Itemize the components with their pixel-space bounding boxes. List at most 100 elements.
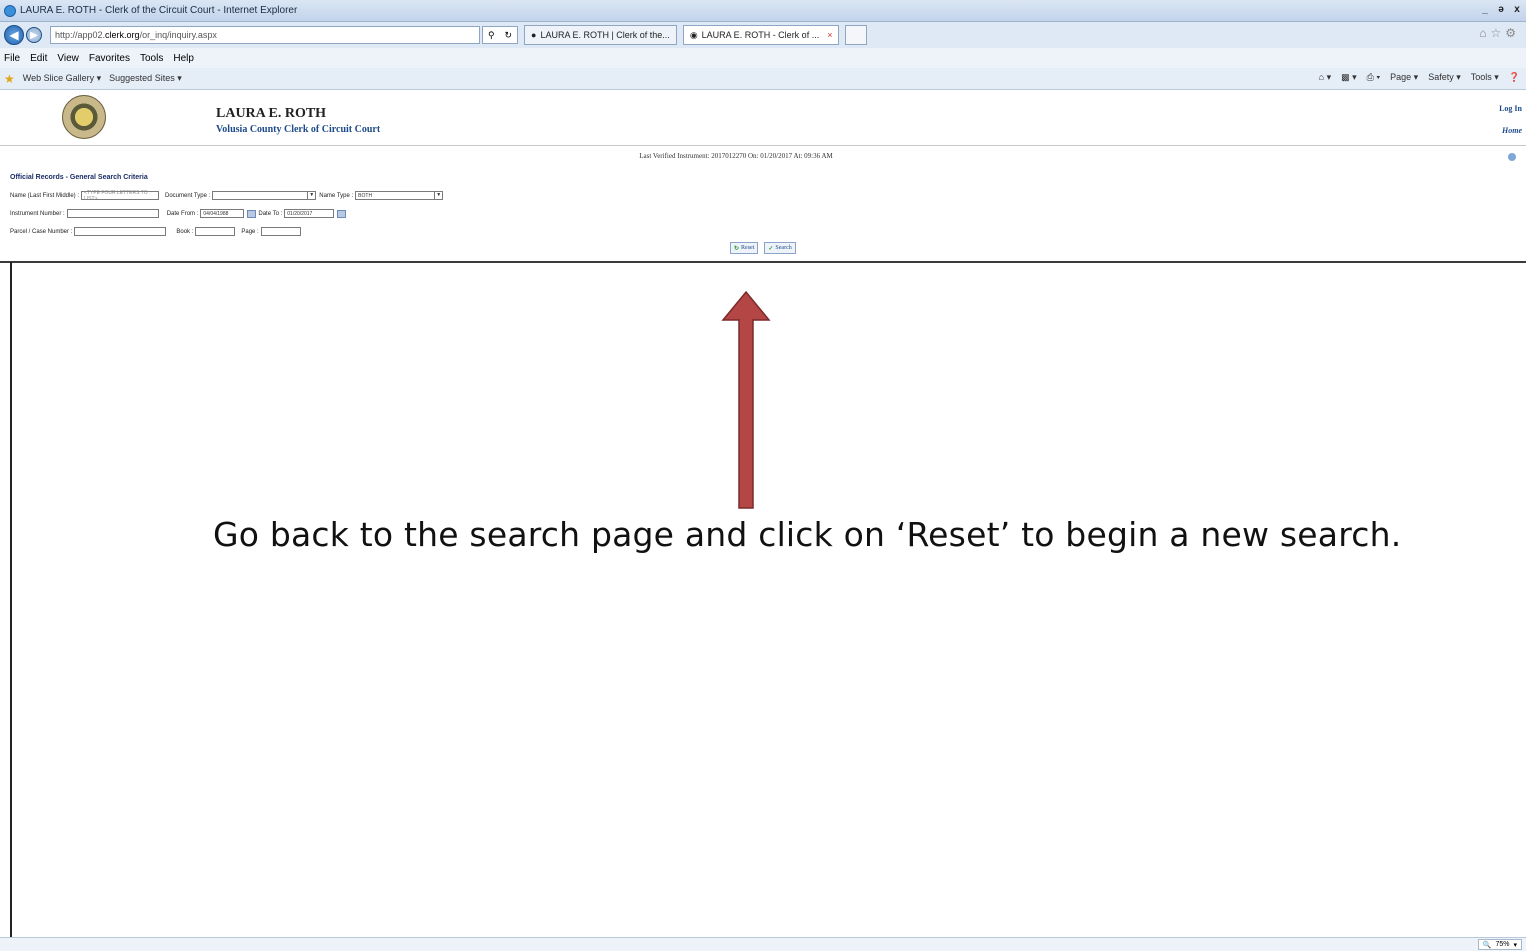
annotation-arrow — [721, 290, 771, 510]
maximize-button[interactable]: ə — [1494, 2, 1508, 16]
menu-edit[interactable]: Edit — [30, 53, 47, 64]
favorites-star-icon[interactable]: ☆ — [1490, 26, 1505, 40]
print-icon[interactable]: ⎙ ▾ — [1367, 72, 1380, 83]
url-domain: clerk.org — [105, 30, 140, 40]
home-icon[interactable]: ⌂ — [1479, 26, 1490, 40]
site-name: LAURA E. ROTH — [216, 106, 327, 121]
search-criteria-panel: Official Records - General Search Criter… — [0, 166, 1526, 263]
parcel-label: Parcel / Case Number : — [10, 228, 73, 235]
book-label: Book : — [176, 228, 194, 235]
zoom-level: 75% — [1495, 941, 1510, 948]
up-arrow-icon — [721, 290, 771, 509]
search-label: Search — [775, 245, 792, 251]
document-type-label: Document Type : — [165, 192, 211, 199]
search-buttons: ↻ Reset ✓ Search — [730, 242, 796, 254]
menu-view[interactable]: View — [57, 53, 79, 64]
close-tab-icon[interactable]: × — [827, 30, 832, 40]
name-input[interactable]: <TYPE FOUR LETTERS TO LIST> — [81, 189, 160, 202]
new-tab-button[interactable] — [845, 25, 868, 45]
url-path: /or_inq/inquiry.aspx — [139, 30, 217, 40]
page-label: Page : — [241, 228, 259, 235]
window-title: LAURA E. ROTH - Clerk of the Circuit Cou… — [20, 5, 298, 16]
tab-label: LAURA E. ROTH | Clerk of the... — [540, 30, 670, 40]
reset-icon: ↻ — [734, 245, 740, 252]
chevron-down-icon: ▾ — [1513, 941, 1517, 949]
search-row-instrument: Instrument Number : Date From : 04/04/19… — [10, 209, 347, 218]
document-type-select[interactable]: ▼ — [212, 191, 317, 200]
name-type-value: BOTH — [358, 192, 373, 199]
parcel-case-input[interactable] — [74, 227, 167, 236]
search-row-parcel: Parcel / Case Number : Book : Page : — [10, 227, 301, 236]
home-link[interactable]: Home — [1502, 126, 1522, 135]
date-to-value: 01/20/2017 — [287, 210, 313, 217]
checkmark-icon: ✓ — [768, 245, 774, 252]
reset-button[interactable]: ↻ Reset — [730, 242, 759, 254]
safety-menu[interactable]: Safety ▾ — [1428, 72, 1461, 83]
site-header: LAURA E. ROTH Volusia County Clerk of Ci… — [0, 90, 1526, 146]
url-prefix: http://app02. — [55, 30, 106, 40]
menu-bar: File Edit View Favorites Tools Help — [0, 48, 1526, 68]
left-divider — [10, 262, 12, 937]
zoom-icon: 🔍 — [1482, 941, 1492, 949]
panel-title: Official Records - General Search Criter… — [10, 174, 148, 181]
minimize-button[interactable]: _ — [1478, 2, 1492, 16]
reset-label: Reset — [741, 245, 755, 251]
browser-tools: ⌂☆⚙ — [1479, 26, 1520, 40]
window-controls: _ ə x — [1478, 2, 1524, 16]
ie-icon — [4, 4, 16, 17]
command-bar: ⌂ ▾ ▩ ▾ ⎙ ▾ Page ▾ Safety ▾ Tools ▾ ❓ — [1319, 72, 1520, 83]
status-bar: 🔍 75% ▾ — [0, 937, 1526, 951]
search-icon[interactable]: ⚲ — [488, 30, 495, 41]
login-link[interactable]: Log In — [1499, 104, 1522, 113]
help-icon[interactable]: ❓ — [1509, 72, 1520, 83]
favorites-star-icon[interactable]: ★ — [4, 72, 15, 86]
tools-menu[interactable]: Tools ▾ — [1471, 72, 1499, 83]
page-menu[interactable]: Page ▾ — [1390, 72, 1418, 83]
date-to-label: Date To : — [258, 210, 283, 217]
name-placeholder: <TYPE FOUR LETTERS TO LIST> — [84, 189, 148, 202]
last-verified-instrument: Last Verified Instrument: 2017012270 On:… — [639, 152, 833, 160]
date-to-input[interactable]: 01/20/2017 — [284, 209, 335, 218]
instrument-label: Instrument Number : — [10, 210, 65, 217]
suggested-sites[interactable]: Suggested Sites ▾ — [109, 73, 182, 84]
menu-file[interactable]: File — [4, 53, 20, 64]
feeds-icon[interactable]: ▩ ▾ — [1341, 72, 1357, 83]
close-button[interactable]: x — [1510, 2, 1524, 16]
back-icon[interactable]: ◀ — [4, 25, 24, 45]
calendar-icon[interactable] — [247, 209, 257, 218]
menu-tools[interactable]: Tools — [140, 53, 163, 64]
book-input[interactable] — [195, 227, 236, 236]
info-icon[interactable] — [1508, 153, 1516, 161]
forward-icon[interactable]: ▶ — [26, 27, 42, 43]
url-tools[interactable]: ⚲ ↻ — [482, 26, 518, 44]
search-row-name: Name (Last First Middle) : <TYPE FOUR LE… — [10, 189, 444, 202]
tab-clerk-home[interactable]: ● LAURA E. ROTH | Clerk of the... — [524, 25, 677, 45]
menu-help[interactable]: Help — [173, 53, 194, 64]
home-page-icon[interactable]: ⌂ ▾ — [1319, 72, 1331, 83]
window-titlebar: LAURA E. ROTH - Clerk of the Circuit Cou… — [0, 0, 1526, 22]
tab-clerk-inquiry[interactable]: ◉ LAURA E. ROTH - Clerk of ... × — [682, 25, 840, 45]
site-favicon-icon: ● — [531, 30, 537, 40]
site-subtitle: Volusia County Clerk of Circuit Court — [216, 124, 381, 135]
calendar-icon[interactable] — [337, 209, 347, 218]
date-from-label: Date From : — [166, 210, 199, 217]
name-type-label: Name Type : — [319, 192, 354, 199]
chevron-down-icon: ▼ — [434, 192, 442, 199]
url-field[interactable]: http://app02. clerk.org/or_inq/inquiry.as… — [50, 26, 480, 44]
gear-icon[interactable]: ⚙ — [1505, 26, 1520, 40]
name-label: Name (Last First Middle) : — [10, 192, 80, 199]
refresh-icon[interactable]: ↻ — [504, 30, 512, 41]
name-type-select[interactable]: BOTH ▼ — [355, 191, 444, 200]
instruction-text: Go back to the search page and click on … — [213, 515, 1402, 554]
instrument-number-input[interactable] — [66, 209, 159, 218]
search-button[interactable]: ✓ Search — [764, 242, 796, 254]
ie-page-icon: ◉ — [689, 29, 698, 40]
date-from-value: 04/04/1988 — [203, 210, 229, 217]
favorites-bar: ★ Web Slice Gallery ▾ Suggested Sites ▾ … — [0, 68, 1526, 90]
web-slice-gallery[interactable]: Web Slice Gallery ▾ — [23, 73, 101, 84]
page-input[interactable] — [260, 227, 301, 236]
zoom-control[interactable]: 🔍 75% ▾ — [1477, 939, 1522, 950]
menu-favorites[interactable]: Favorites — [89, 53, 130, 64]
tab-label: LAURA E. ROTH - Clerk of ... — [701, 30, 820, 40]
date-from-input[interactable]: 04/04/1988 — [200, 209, 245, 218]
